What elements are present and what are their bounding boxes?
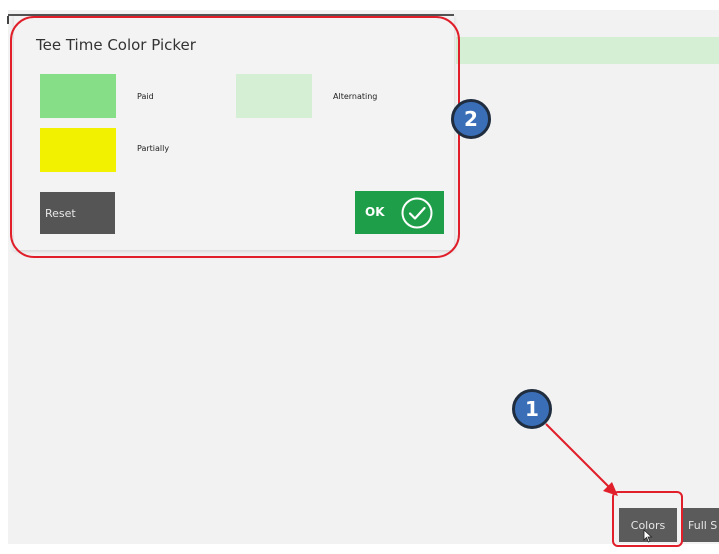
callout-badge-1: 1 — [512, 389, 552, 429]
callout-arrow-icon — [545, 423, 618, 496]
